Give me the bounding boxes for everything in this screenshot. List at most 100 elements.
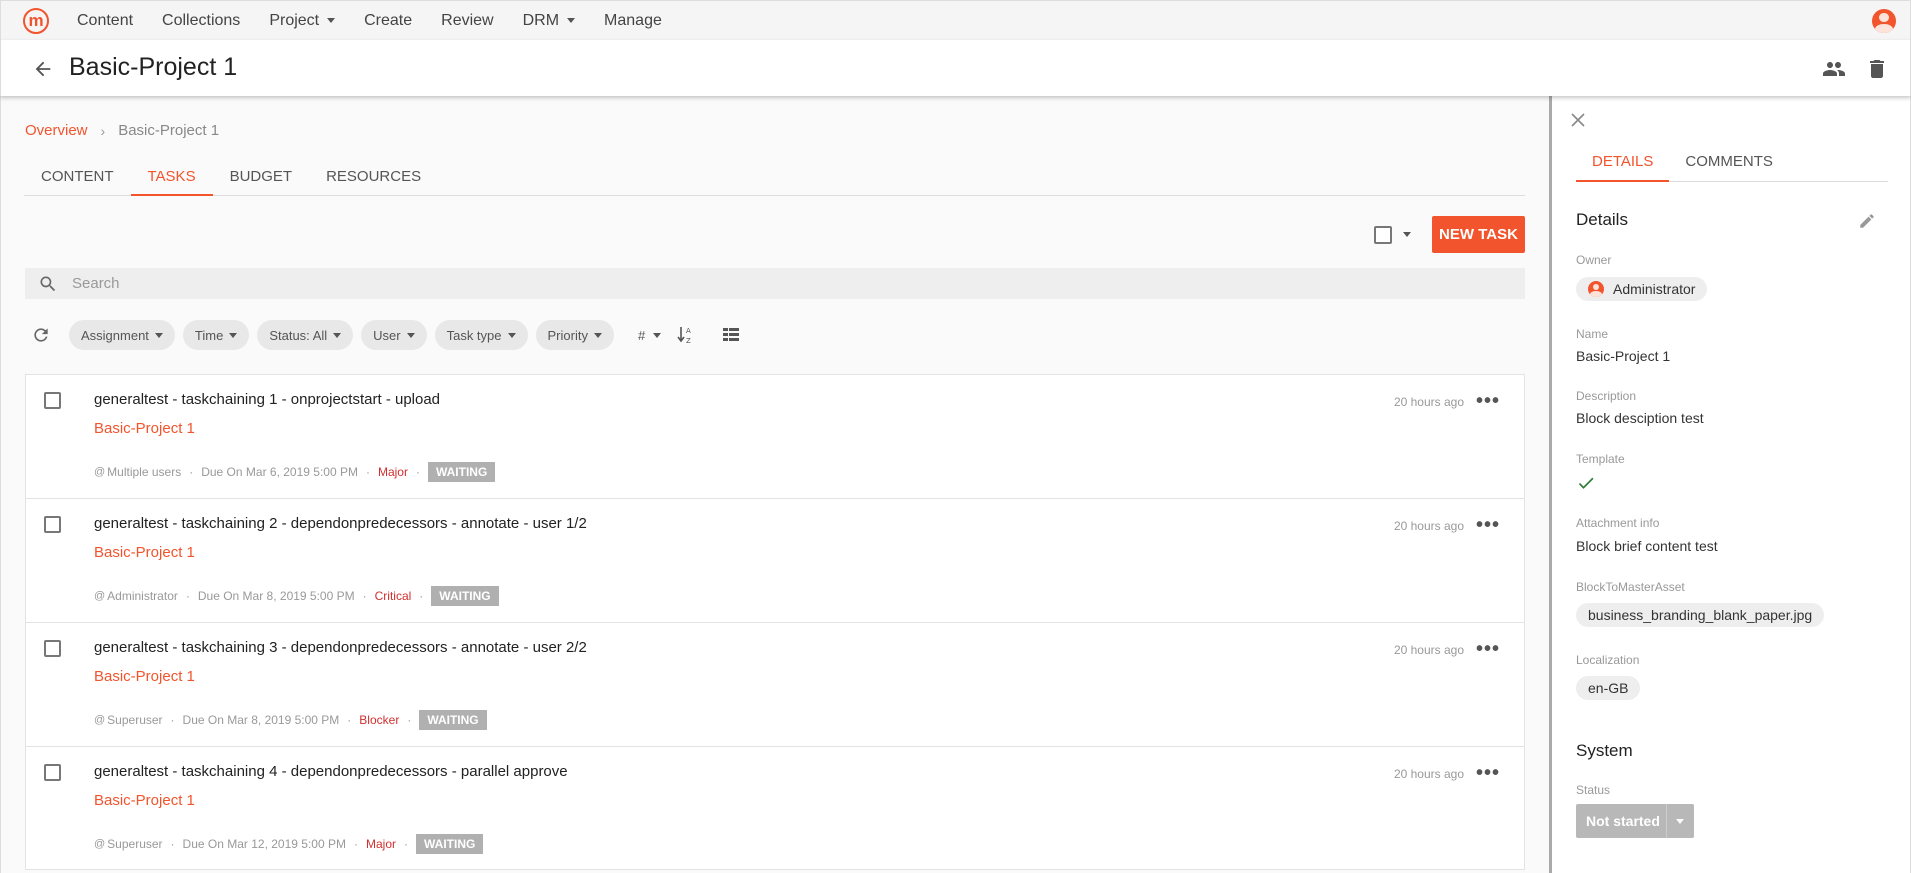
task-checkbox[interactable] (44, 764, 61, 781)
search-input[interactable] (70, 274, 1470, 293)
name-value: Basic-Project 1 (1576, 348, 1671, 364)
task-project-link[interactable]: Basic-Project 1 (94, 420, 195, 437)
system-heading: System (1576, 741, 1633, 760)
task-timestamp: 20 hours ago (1393, 395, 1464, 409)
caret-down-icon (593, 332, 602, 338)
caret-down-icon (567, 18, 576, 23)
edit-pencil-icon[interactable] (1858, 212, 1876, 230)
filter-label: User (373, 327, 401, 343)
filter-status[interactable]: Status: All (257, 320, 354, 350)
separator: · (185, 589, 190, 603)
people-icon[interactable] (1822, 57, 1846, 81)
filter-user[interactable]: User (361, 320, 427, 350)
page-header: Basic-Project 1 (0, 40, 1911, 96)
task-title[interactable]: generaltest - taskchaining 3 - dependonp… (94, 639, 587, 656)
trash-icon[interactable] (1865, 57, 1889, 81)
project-tabs: CONTENT TASKS BUDGET RESOURCES (24, 160, 1525, 196)
select-menu-caret-icon[interactable] (1403, 232, 1411, 237)
nav-item-review[interactable]: Review (441, 12, 493, 30)
more-options-icon[interactable]: ••• (1476, 515, 1500, 535)
task-project-link[interactable]: Basic-Project 1 (94, 792, 195, 809)
task-meta: @ Superuser · Due On Mar 12, 2019 5:00 P… (94, 834, 484, 854)
tab-tasks[interactable]: TASKS (130, 160, 213, 196)
close-icon[interactable] (1570, 112, 1586, 128)
task-priority: Major (365, 837, 396, 851)
task-checkbox[interactable] (44, 516, 61, 533)
task-title[interactable]: generaltest - taskchaining 2 - dependonp… (94, 515, 587, 532)
caret-down-icon (154, 332, 163, 338)
nav-item-project[interactable]: Project (269, 12, 336, 30)
separator: · (415, 465, 420, 479)
more-options-icon[interactable]: ••• (1476, 391, 1500, 411)
nav-item-collections[interactable]: Collections (162, 12, 240, 30)
task-project-link[interactable]: Basic-Project 1 (94, 668, 195, 685)
separator: · (404, 837, 408, 851)
nav-label: Review (441, 11, 494, 29)
task-title[interactable]: generaltest - taskchaining 1 - onproject… (94, 391, 440, 408)
list-view-icon[interactable] (723, 328, 740, 342)
task-project-link[interactable]: Basic-Project 1 (94, 544, 195, 561)
nav-item-content[interactable]: Content (77, 12, 133, 30)
nav-item-create[interactable]: Create (364, 12, 412, 30)
separator: · (407, 713, 412, 727)
owner-label: Owner (1576, 253, 1612, 267)
task-timestamp: 20 hours ago (1393, 767, 1464, 781)
nav-label: Manage (604, 11, 662, 29)
task-row: generaltest - taskchaining 4 - dependonp… (25, 746, 1525, 870)
caret-down-icon (507, 332, 516, 338)
separator: · (353, 837, 358, 851)
brand-logo[interactable]: m (23, 7, 49, 34)
breadcrumb-current: Basic-Project 1 (118, 122, 220, 139)
separator: · (365, 465, 370, 479)
task-row: generaltest - taskchaining 1 - onproject… (25, 374, 1525, 498)
sort-order-icon[interactable]: A Z (677, 325, 695, 345)
tab-resources[interactable]: RESOURCES (309, 160, 438, 196)
task-row: generaltest - taskchaining 3 - dependonp… (25, 622, 1525, 746)
template-label: Template (1576, 452, 1625, 466)
filter-assignment[interactable]: Assignment (69, 320, 175, 350)
tab-details[interactable]: DETAILS (1576, 151, 1670, 182)
master-asset-label: BlockToMasterAsset (1576, 580, 1685, 594)
filter-time[interactable]: Time (182, 320, 250, 350)
more-options-icon[interactable]: ••• (1476, 639, 1500, 659)
tab-comments[interactable]: COMMENTS (1669, 151, 1789, 182)
filter-label: Priority (547, 327, 588, 343)
task-checkbox[interactable] (44, 640, 61, 657)
nav-item-drm[interactable]: DRM (522, 11, 576, 30)
task-meta: @ Administrator · Due On Mar 8, 2019 5:0… (94, 586, 499, 606)
tab-budget[interactable]: BUDGET (213, 160, 310, 196)
task-assignee: Superuser (107, 713, 163, 727)
nav-item-manage[interactable]: Manage (604, 12, 662, 30)
more-options-icon[interactable]: ••• (1476, 763, 1500, 783)
details-heading: Details (1576, 210, 1628, 229)
status-dropdown[interactable]: Not started (1576, 804, 1694, 838)
task-checkbox[interactable] (44, 392, 61, 409)
status-badge: WAITING (427, 462, 496, 482)
caret-down-icon (229, 332, 238, 338)
new-task-button[interactable]: NEW TASK (1432, 216, 1525, 253)
tab-content[interactable]: CONTENT (24, 160, 131, 196)
filter-priority[interactable]: Priority (535, 320, 614, 350)
select-all-checkbox[interactable] (1374, 226, 1392, 244)
task-assignee: Administrator (107, 589, 178, 603)
avatar-body (1590, 291, 1602, 297)
task-list: generaltest - taskchaining 1 - onproject… (25, 374, 1525, 870)
breadcrumb-overview-link[interactable]: Overview (25, 122, 88, 139)
nav-label: DRM (522, 11, 560, 29)
task-priority: Blocker (359, 713, 400, 727)
filter-bar: Assignment Time Status: All User Task ty… (31, 320, 740, 350)
filter-label: Time (194, 327, 224, 343)
sort-field-select[interactable]: # (638, 328, 662, 343)
filter-task-type[interactable]: Task type (434, 320, 528, 350)
nav-label: Create (364, 11, 413, 29)
back-arrow-icon[interactable] (32, 58, 54, 80)
user-avatar-icon[interactable] (1872, 9, 1896, 33)
owner-chip[interactable]: Administrator (1576, 277, 1708, 301)
master-asset-chip[interactable]: business_branding_blank_paper.jpg (1576, 603, 1825, 627)
localization-chip[interactable]: en-GB (1576, 676, 1641, 700)
caret-down-icon (406, 332, 415, 338)
refresh-icon[interactable] (31, 325, 51, 345)
task-assignee: Multiple users (107, 465, 182, 479)
checkmark-icon (1578, 477, 1594, 489)
task-title[interactable]: generaltest - taskchaining 4 - dependonp… (94, 763, 568, 780)
